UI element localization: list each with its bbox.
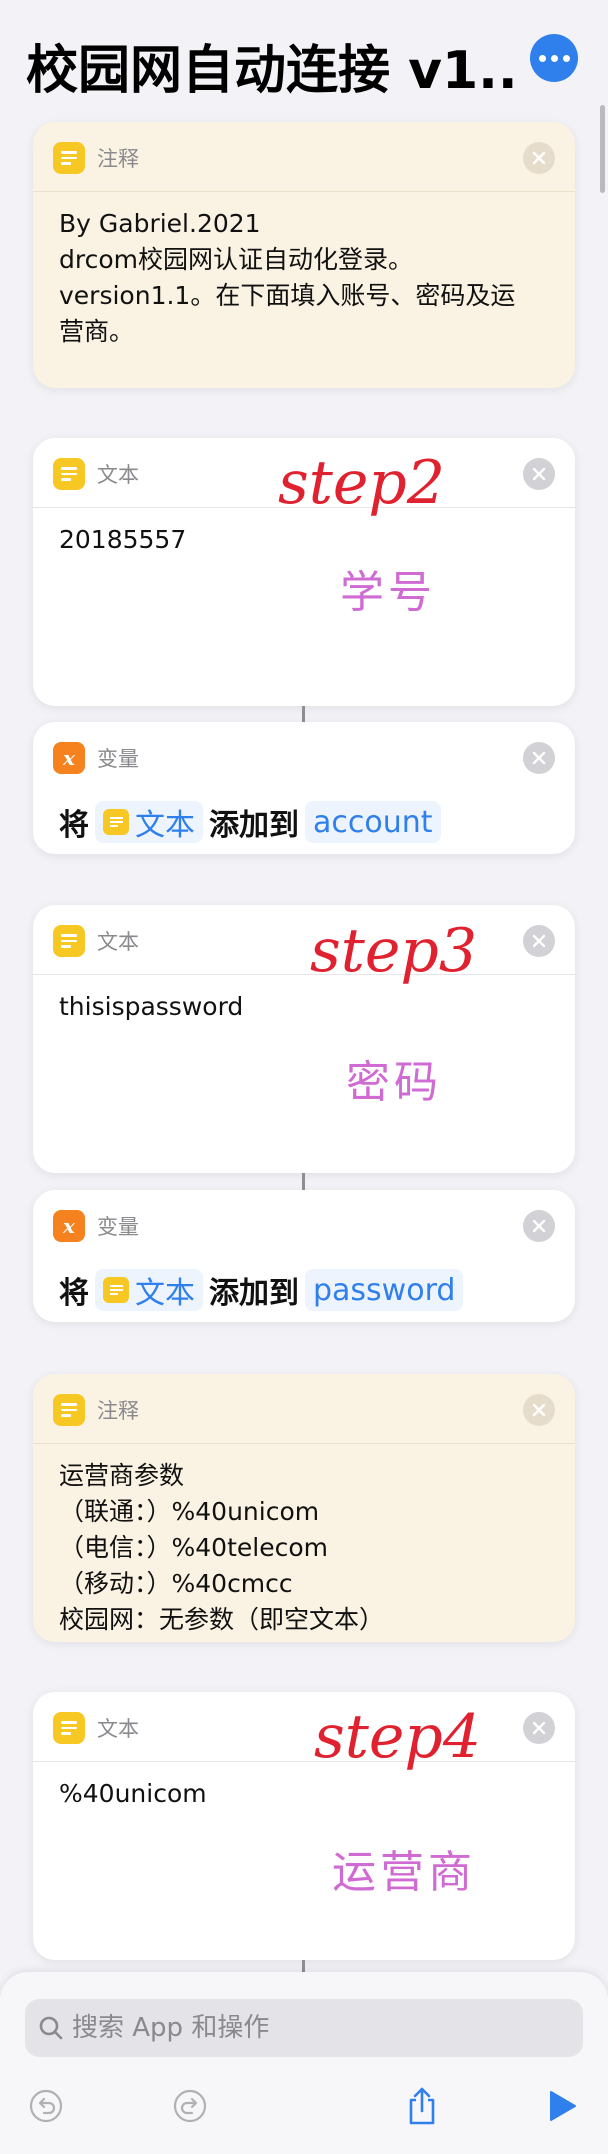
ellipsis-circle-icon[interactable] [530, 34, 578, 82]
redo-icon[interactable] [164, 2080, 216, 2132]
card-header: x 变量 [33, 722, 575, 792]
page-title[interactable]: 校园网自动连接 v1... [26, 28, 516, 103]
comment-action-card[interactable]: 注释 运营商参数 （联通：）%40unicom （电信：）%40telecom … [33, 1374, 575, 1642]
close-icon[interactable] [523, 1394, 555, 1426]
handwritten-password: 密码 [346, 1057, 442, 1108]
target-variable-token[interactable]: account [305, 801, 441, 843]
nav-bar: 校园网自动连接 v1... [0, 0, 608, 112]
text-lines-icon [103, 809, 129, 835]
action-label: 变量 [97, 747, 139, 771]
handwritten-carrier: 运营商 [332, 1847, 476, 1898]
text-lines-icon [53, 925, 85, 957]
close-icon[interactable] [523, 742, 555, 774]
search-input[interactable] [72, 2013, 552, 2043]
variable-sentence: 将 文本 添加到 account [59, 792, 447, 852]
close-icon[interactable] [523, 142, 555, 174]
action-search-panel [0, 1972, 608, 2154]
close-icon[interactable] [523, 458, 555, 490]
text-lines-icon [53, 142, 85, 174]
action-label: 注释 [97, 147, 139, 171]
input-variable-token[interactable]: 文本 [95, 801, 203, 843]
connector-line [302, 1960, 305, 1972]
target-variable-token[interactable]: password [305, 1269, 464, 1311]
share-icon[interactable] [396, 2080, 448, 2132]
text-value[interactable]: thisispassword [33, 975, 575, 1025]
text-lines-icon [53, 1394, 85, 1426]
text-value[interactable]: %40unicom [33, 1762, 575, 1812]
text-action-card[interactable]: 文本 %40unicom [33, 1692, 575, 1960]
card-header: x 变量 [33, 1190, 575, 1260]
variable-x-icon: x [53, 1210, 85, 1242]
action-label: 文本 [97, 463, 139, 487]
comment-text[interactable]: 运营商参数 （联通：）%40unicom （电信：）%40telecom （移动… [33, 1444, 575, 1638]
comment-text[interactable]: By Gabriel.2021 drcom校园网认证自动化登录。 version… [33, 192, 575, 350]
prefix-text: 将 [59, 808, 89, 843]
variable-sentence: 将 文本 添加到 password [59, 1260, 469, 1320]
input-variable-token[interactable]: 文本 [95, 1269, 203, 1311]
variable-action-card[interactable]: x 变量 将 文本 添加到 account [33, 722, 575, 854]
action-label: 注释 [97, 1399, 139, 1423]
play-icon[interactable] [536, 2080, 588, 2132]
action-label: 文本 [97, 930, 139, 954]
close-icon[interactable] [523, 925, 555, 957]
card-header: 文本 [33, 1692, 575, 1762]
search-field[interactable] [25, 1999, 583, 2057]
card-header: 注释 [33, 122, 575, 192]
comment-action-card[interactable]: 注释 By Gabriel.2021 drcom校园网认证自动化登录。 vers… [33, 122, 575, 388]
search-icon [39, 2016, 63, 2040]
handwritten-step3: step3 [310, 916, 477, 986]
undo-icon[interactable] [20, 2080, 72, 2132]
middle-text: 添加到 [209, 1276, 299, 1311]
text-lines-icon [53, 458, 85, 490]
text-lines-icon [103, 1277, 129, 1303]
action-label: 文本 [97, 1717, 139, 1741]
token-label: 文本 [135, 808, 195, 843]
handwritten-student-id: 学号 [340, 567, 436, 618]
handwritten-step4: step4 [314, 1702, 481, 1772]
scroll-indicator[interactable] [600, 105, 605, 193]
token-label: 文本 [135, 1276, 195, 1311]
variable-action-card[interactable]: x 变量 将 文本 添加到 password [33, 1190, 575, 1322]
connector-line [302, 706, 305, 722]
card-header: 注释 [33, 1374, 575, 1444]
action-label: 变量 [97, 1215, 139, 1239]
text-lines-icon [53, 1712, 85, 1744]
connector-line [302, 1173, 305, 1190]
text-action-card[interactable]: 文本 thisispassword [33, 905, 575, 1173]
close-icon[interactable] [523, 1712, 555, 1744]
variable-x-icon: x [53, 742, 85, 774]
close-icon[interactable] [523, 1210, 555, 1242]
prefix-text: 将 [59, 1276, 89, 1311]
middle-text: 添加到 [209, 808, 299, 843]
card-header: 文本 [33, 905, 575, 975]
handwritten-step2: step2 [278, 448, 445, 518]
